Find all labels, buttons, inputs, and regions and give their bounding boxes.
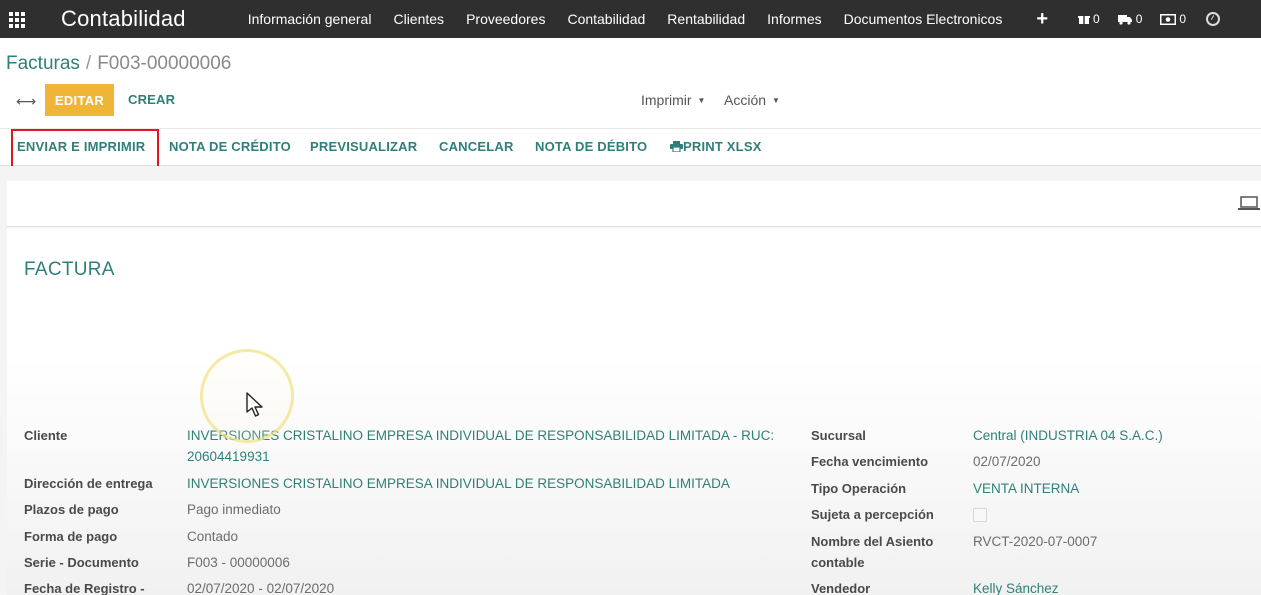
menu-item-informes[interactable]: Informes [767, 11, 821, 27]
field-label-fecha-registro: Fecha de Registro - [24, 581, 145, 595]
menu-item-proveedores[interactable]: Proveedores [466, 11, 545, 27]
caret-down-icon: ▼ [697, 96, 706, 105]
print-xlsx-button[interactable]: PRINT XLSX [670, 139, 762, 154]
caret-down-icon: ▼ [772, 96, 780, 105]
field-value-cliente-ruc[interactable]: 20604419931 [187, 449, 270, 464]
menu-item-clientes[interactable]: Clientes [393, 11, 444, 27]
systray-gift[interactable]: 0 [1078, 12, 1100, 26]
breadcrumb-separator: / [85, 53, 92, 74]
field-value-fecha-registro: 02/07/2020 - 02/07/2020 [187, 581, 335, 595]
systray-truck-count: 0 [1135, 12, 1143, 26]
field-label-forma-pago: Forma de pago [24, 529, 118, 544]
money-icon [1160, 13, 1177, 25]
statusbar: ENVIAR E IMPRIMIR NOTA DE CRÉDITO PREVIS… [0, 128, 1261, 166]
systray-money-count: 0 [1179, 12, 1187, 26]
systray-money[interactable]: 0 [1160, 12, 1186, 26]
sheet-header [7, 181, 1261, 227]
field-label-tipo-operacion: Tipo Operación [811, 481, 907, 496]
truck-icon [1117, 15, 1132, 25]
sujeta-percepcion-checkbox[interactable] [973, 508, 987, 522]
field-label-nombre-asiento: Nombre del Asiento [811, 534, 934, 549]
print-xlsx-label: PRINT XLSX [683, 139, 762, 154]
systray-truck[interactable]: 0 [1117, 12, 1143, 26]
field-label-fecha-vencimiento: Fecha vencimiento [811, 454, 929, 469]
field-value-fecha-vencimiento: 02/07/2020 [973, 454, 1041, 469]
menu-item-informacion-general[interactable]: Información general [248, 11, 372, 27]
field-label-direccion-entrega: Dirección de entrega [24, 476, 153, 491]
systray-gift-count: 0 [1093, 12, 1100, 26]
action-dropdown[interactable]: Acción ▼ [724, 92, 780, 108]
document-title: FACTURA [24, 259, 115, 280]
field-label-vendedor: Vendedor [811, 581, 871, 595]
app-brand: Contabilidad [61, 6, 186, 31]
create-button[interactable]: CREAR [128, 92, 175, 107]
credit-note-button[interactable]: NOTA DE CRÉDITO [169, 139, 291, 154]
field-label-sujeta-percepcion: Sujeta a percepción [811, 507, 934, 522]
field-value-serie-documento: F003 - 00000006 [187, 555, 290, 570]
field-value-tipo-operacion: VENTA INTERNA [973, 481, 1080, 496]
field-value-vendedor[interactable]: Kelly Sánchez [973, 581, 1059, 595]
cancel-button[interactable]: CANCELAR [439, 139, 514, 154]
laptop-icon[interactable] [1238, 196, 1260, 212]
field-label-nombre-asiento-cont: contable [811, 555, 865, 570]
preview-button[interactable]: PREVISUALIZAR [310, 139, 417, 154]
field-label-serie-documento: Serie - Documento [24, 555, 139, 570]
field-value-direccion-entrega[interactable]: INVERSIONES CRISTALINO EMPRESA INDIVIDUA… [187, 476, 730, 491]
menu-item-rentabilidad[interactable]: Rentabilidad [667, 11, 745, 27]
field-value-plazos-pago: Pago inmediato [187, 502, 281, 517]
breadcrumb: Facturas / F003-00000006 [6, 53, 231, 75]
clock-icon[interactable] [1206, 12, 1221, 26]
gift-icon [1078, 16, 1091, 24]
action-dropdown-label: Acción [724, 92, 767, 108]
print-dropdown[interactable]: Imprimir ▼ [641, 92, 705, 108]
field-value-nombre-asiento: RVCT-2020-07-0007 [973, 534, 1098, 549]
edit-button[interactable]: EDITAR [45, 84, 114, 116]
field-label-cliente: Cliente [24, 428, 68, 443]
print-dropdown-label: Imprimir [641, 92, 692, 108]
apps-grid-icon[interactable] [9, 12, 27, 28]
main-menu: Información general Clientes Proveedores… [248, 11, 1025, 27]
top-navbar: Contabilidad Información general Cliente… [0, 0, 1261, 38]
menu-item-contabilidad[interactable]: Contabilidad [567, 11, 645, 27]
breadcrumb-current: F003-00000006 [97, 53, 232, 74]
field-label-sucursal: Sucursal [811, 428, 866, 443]
menu-item-documentos-electronicos[interactable]: Documentos Electronicos [844, 11, 1003, 27]
navbar-systray: + 0 0 0 [1036, 9, 1221, 29]
field-value-sucursal[interactable]: Central (INDUSTRIA 04 S.A.C.) [973, 428, 1163, 443]
breadcrumb-facturas[interactable]: Facturas [6, 53, 80, 74]
printer-icon [670, 141, 683, 153]
quick-create-button[interactable]: + [1036, 9, 1048, 29]
field-label-plazos-pago: Plazos de pago [24, 502, 119, 517]
mouse-cursor-icon [246, 392, 263, 417]
toggle-arrows-icon[interactable]: ⟷ [16, 93, 36, 110]
field-value-forma-pago: Contado [187, 529, 239, 544]
debit-note-button[interactable]: NOTA DE DÉBITO [535, 139, 647, 154]
